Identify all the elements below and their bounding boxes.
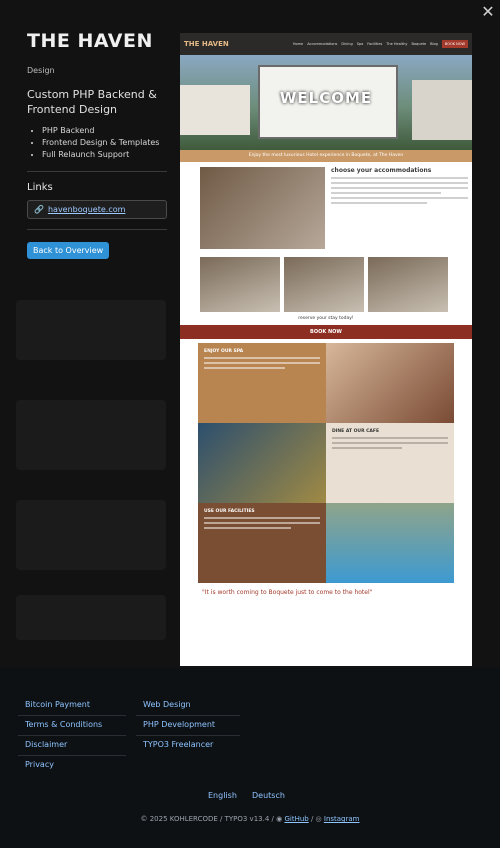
room-thumbnail <box>284 257 364 312</box>
links-heading: Links <box>27 182 53 193</box>
text-line <box>332 447 402 449</box>
text-line <box>331 177 468 179</box>
copyright-text: © 2025 KOHLERCODE / TYPO3 v13.4 / <box>140 815 274 823</box>
nav-item: Dining <box>341 42 353 46</box>
nav-item: Facilities <box>367 42 383 46</box>
hero-image: WELCOME <box>180 55 472 150</box>
back-to-overview-button[interactable]: Back to Overview <box>27 242 110 259</box>
text-line <box>204 357 320 359</box>
text-line <box>331 192 441 194</box>
divider <box>18 755 126 756</box>
accommodations-text: choose your accommodations <box>331 167 468 249</box>
github-icon: ◉ <box>276 815 283 823</box>
cafe-title: DINE AT OUR CAFE <box>332 429 380 434</box>
footer-link-php[interactable]: PHP Development <box>143 720 215 729</box>
instagram-icon: ◎ <box>315 815 322 823</box>
feature-item: PHP Backend <box>42 125 172 137</box>
text-line <box>204 527 291 529</box>
divider <box>18 715 126 716</box>
divider <box>27 171 167 172</box>
footer-link-web-design[interactable]: Web Design <box>143 700 191 709</box>
feature-list: PHP Backend Frontend Design & Templates … <box>27 125 172 161</box>
project-info: THE HAVEN Design Custom PHP Backend & Fr… <box>27 30 172 259</box>
project-title: THE HAVEN <box>27 30 153 52</box>
text-line <box>332 442 448 444</box>
divider <box>136 735 240 736</box>
hero-title: WELCOME <box>279 89 373 107</box>
language-english[interactable]: English <box>208 791 237 800</box>
footer-link-disclaimer[interactable]: Disclaimer <box>25 740 67 749</box>
text-line <box>331 187 468 189</box>
divider <box>27 229 167 230</box>
spa-photo <box>326 343 454 423</box>
nav-item: Boquete <box>411 42 427 46</box>
language-deutsch[interactable]: Deutsch <box>252 791 285 800</box>
facilities-title: USE OUR FACILITIES <box>204 509 255 514</box>
facilities-card: USE OUR FACILITIES <box>198 503 326 583</box>
nav-item: Spa <box>356 42 364 46</box>
spa-card: ENJOY OUR SPA <box>198 343 326 423</box>
book-now-bar: BOOK NOW <box>180 325 472 339</box>
pool-photo <box>326 503 454 583</box>
room-thumbnail <box>368 257 448 312</box>
testimonial-quote: "It is worth coming to Boquete just to c… <box>202 589 373 596</box>
accommodations-title: choose your accommodations <box>331 167 432 174</box>
footer-link-terms[interactable]: Terms & Conditions <box>25 720 102 729</box>
website-screenshot: THE HAVEN Home Accommodations Dining Spa… <box>180 33 472 666</box>
site-book-button: BOOK NOW <box>441 40 468 48</box>
text-line <box>204 517 320 519</box>
text-line <box>331 197 468 199</box>
project-category: Design <box>27 66 55 75</box>
divider <box>136 715 240 716</box>
link-icon: 🔗 <box>34 205 44 214</box>
project-heading: Custom PHP Backend & Frontend Design <box>27 88 157 116</box>
site-header: THE HAVEN Home Accommodations Dining Spa… <box>180 33 472 55</box>
project-link[interactable]: 🔗 havenboquete.com <box>27 200 167 219</box>
divider <box>18 735 126 736</box>
text-line <box>331 182 468 184</box>
site-nav: Home Accommodations Dining Spa Facilitie… <box>293 40 468 48</box>
food-photo <box>198 423 326 503</box>
project-link-label: havenboquete.com <box>47 205 126 214</box>
blurred-background <box>16 595 166 640</box>
text-line <box>331 202 427 204</box>
text-line <box>204 522 320 524</box>
reserve-text: reserve your stay today! <box>298 316 354 321</box>
feature-item: Full Relaunch Support <box>42 149 172 161</box>
text-line <box>332 437 448 439</box>
footer-link-typo3[interactable]: TYPO3 Freelancer <box>143 740 213 749</box>
features-grid: ENJOY OUR SPA DINE AT OUR CAFE USE OUR F… <box>198 343 454 583</box>
github-link[interactable]: GitHub <box>284 815 308 823</box>
accommodations-section: choose your accommodations <box>180 162 472 253</box>
feature-item: Frontend Design & Templates <box>42 137 172 149</box>
room-photo <box>200 167 325 249</box>
nav-item: Blog <box>430 42 438 46</box>
close-icon[interactable]: ✕ <box>478 2 498 22</box>
spa-title: ENJOY OUR SPA <box>204 349 244 354</box>
nav-item: The Healthy <box>386 42 408 46</box>
hero-banner: Enjoy the most luxurious Hotel experienc… <box>180 150 472 162</box>
nav-item: Accommodations <box>307 42 338 46</box>
cafe-card: DINE AT OUR CAFE <box>326 423 454 503</box>
text-line <box>204 362 320 364</box>
copyright: © 2025 KOHLERCODE / TYPO3 v13.4 / ◉ GitH… <box>140 815 360 823</box>
room-thumbnail <box>200 257 280 312</box>
blurred-background <box>16 500 166 570</box>
site-logo: THE HAVEN <box>184 40 229 48</box>
project-modal: ✕ THE HAVEN Design Custom PHP Backend & … <box>0 0 500 668</box>
footer-link-privacy[interactable]: Privacy <box>25 760 54 769</box>
blurred-background <box>16 300 166 360</box>
blurred-background <box>16 400 166 470</box>
instagram-link[interactable]: Instagram <box>324 815 360 823</box>
room-thumbnails <box>180 253 472 312</box>
nav-item: Home <box>292 42 304 46</box>
text-line <box>204 367 286 369</box>
footer-link-bitcoin[interactable]: Bitcoin Payment <box>25 700 90 709</box>
